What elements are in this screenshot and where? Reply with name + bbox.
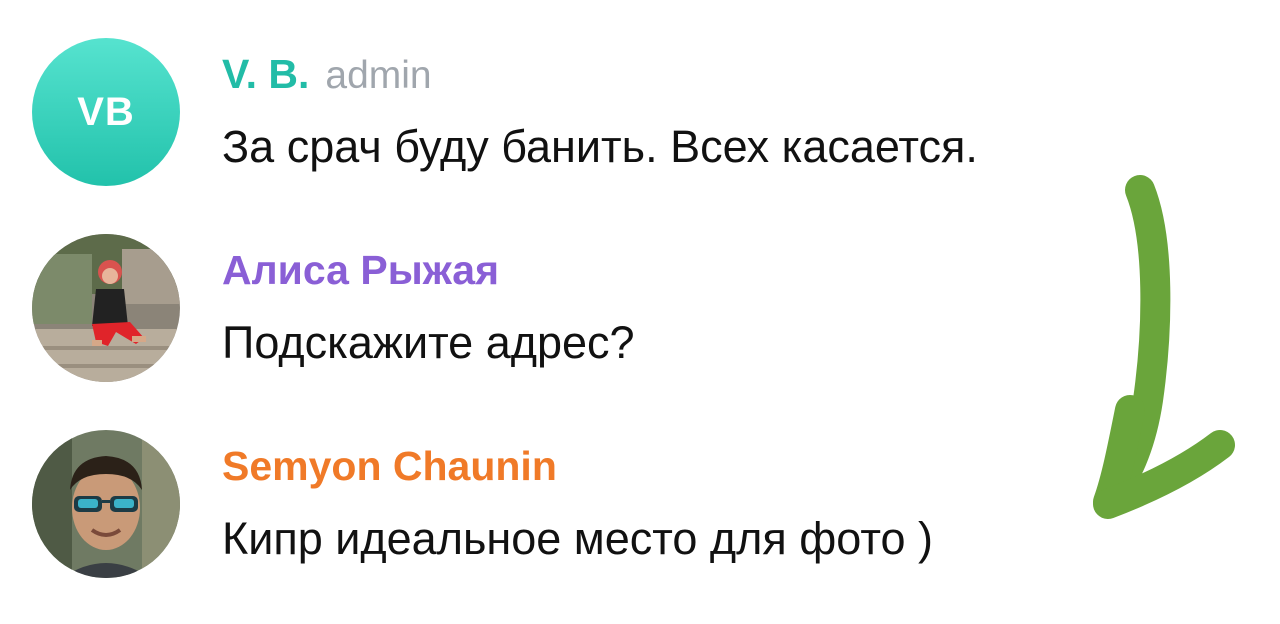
role-badge: admin [325, 54, 432, 97]
sender-name[interactable]: Алиса Рыжая [222, 247, 499, 293]
message-header: Semyon Chaunin [222, 442, 557, 490]
message-header: Алиса Рыжая [222, 246, 499, 294]
chat-message: Алиса Рыжая Подскажите адрес? [32, 234, 1252, 384]
sender-name[interactable]: Semyon Chaunin [222, 443, 557, 489]
chat-history: VB V. B. admin За срач буду банить. Всех … [0, 0, 1280, 624]
avatar[interactable] [32, 430, 180, 578]
avatar-initials: VB [77, 89, 135, 134]
message-text: Кипр идеальное место для фото ) [222, 513, 933, 564]
sender-name[interactable]: V. B. [222, 51, 309, 97]
message-header: V. B. admin [222, 50, 432, 98]
avatar[interactable] [32, 234, 180, 382]
chat-message: Semyon Chaunin Кипр идеальное место для … [32, 430, 1252, 580]
avatar-photo-icon [32, 234, 180, 382]
message-text: Подскажите адрес? [222, 317, 635, 368]
avatar-photo-icon [32, 430, 180, 578]
avatar[interactable]: VB [32, 38, 180, 186]
message-text: За срач буду банить. Всех касается. [222, 121, 978, 172]
chat-message: VB V. B. admin За срач буду банить. Всех … [32, 38, 1252, 188]
